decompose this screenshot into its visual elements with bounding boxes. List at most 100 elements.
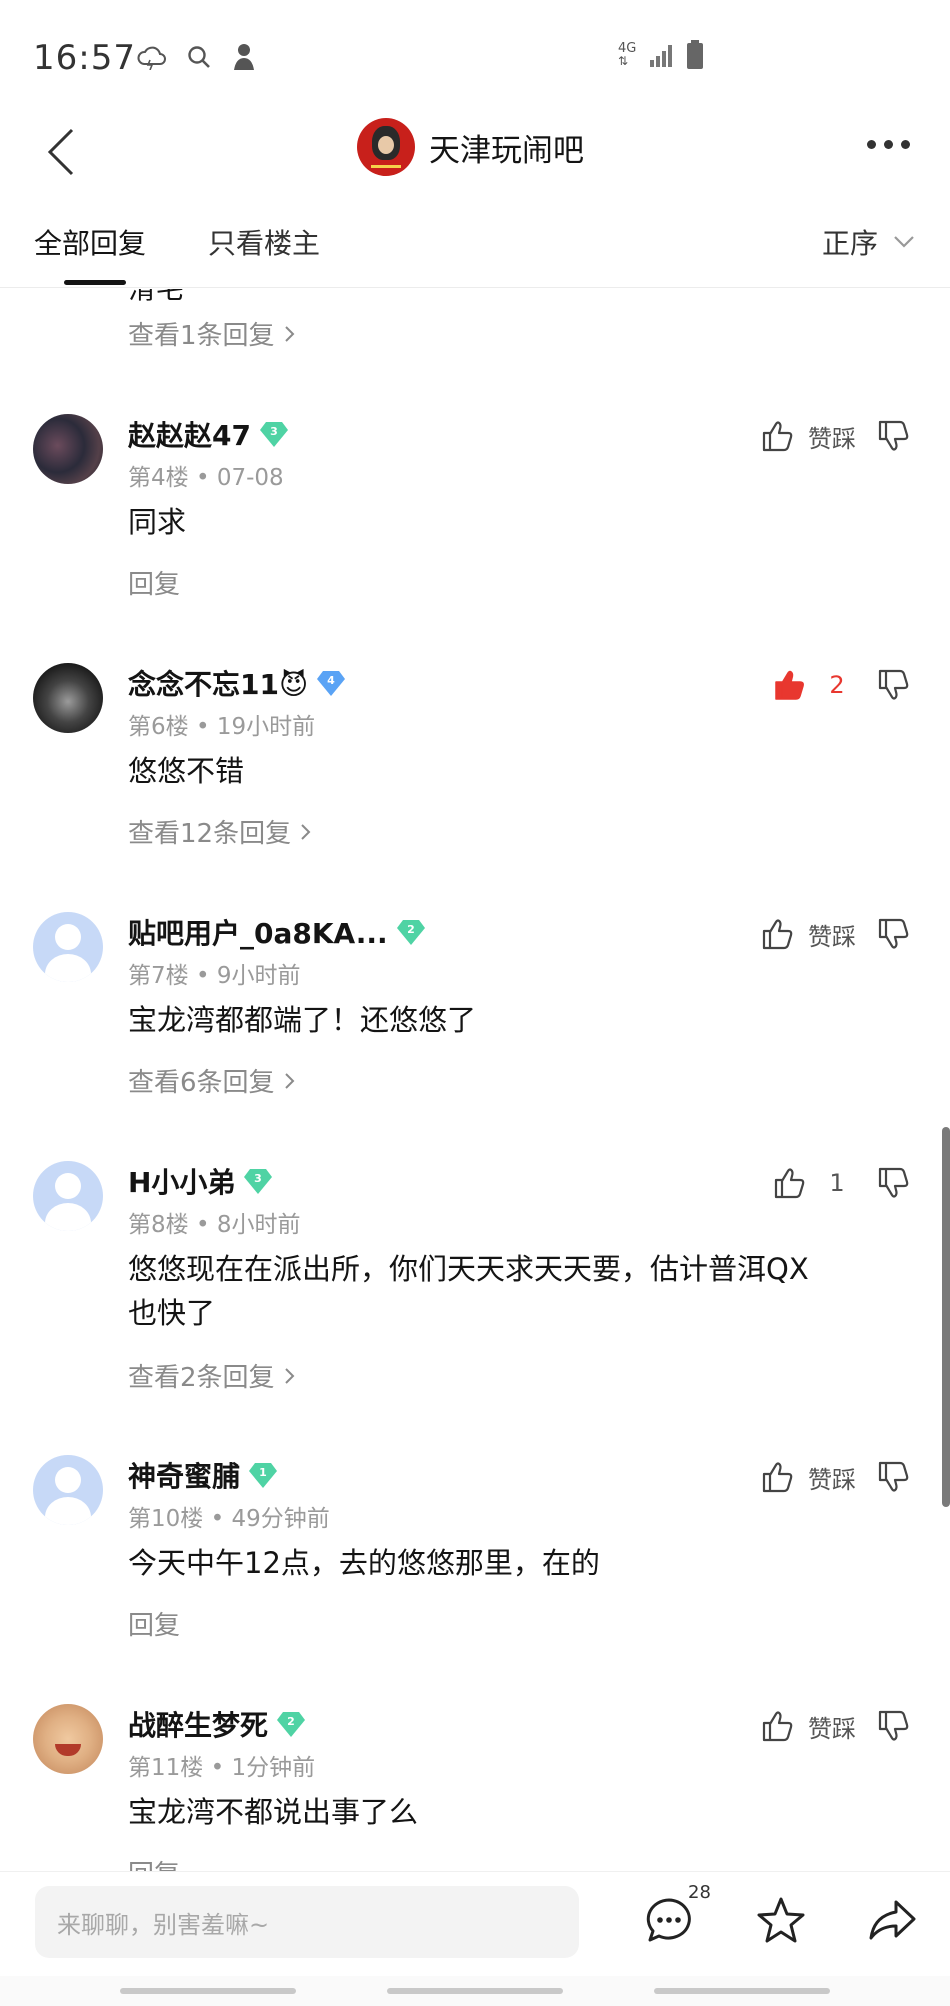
- username-row[interactable]: 念念不忘11😈 4: [128, 663, 346, 703]
- vote-label: 赞踩: [808, 1465, 856, 1494]
- username: 神奇蜜脯: [128, 1460, 241, 1493]
- dot-icon: [901, 140, 910, 149]
- level-number: 3: [255, 1172, 263, 1185]
- cloud-icon: [137, 46, 166, 70]
- level-badge: 2: [276, 1710, 306, 1738]
- level-number: 4: [327, 674, 335, 687]
- level-badge: 4: [316, 669, 346, 697]
- username-row[interactable]: 赵赵赵47 3: [128, 414, 289, 454]
- thumbs-down-icon[interactable]: [876, 418, 912, 454]
- reply-button[interactable]: 回复: [128, 1605, 180, 1642]
- chevron-right-icon: [284, 1367, 294, 1384]
- username: 赵赵赵47: [128, 419, 251, 452]
- username-row[interactable]: 贴吧用户_0a8KA... 2: [128, 912, 426, 952]
- username-row[interactable]: 神奇蜜脯 1: [128, 1455, 278, 1495]
- view-replies-link[interactable]: 查看2条回复: [128, 1357, 295, 1394]
- view-replies-link[interactable]: 查看1条回复: [128, 315, 295, 352]
- reply-body: 今天中午12点，去的悠悠那里，在的: [128, 1546, 600, 1580]
- dot-icon: [867, 140, 876, 149]
- vote-controls: 赞踩: [760, 416, 912, 456]
- reply-list: 滑宅 查看1条回复 赵赵赵47 3 第4楼 • 07-08 同求 回复 赞踩 念…: [0, 289, 950, 1871]
- diamond-level-icon: 2: [277, 1712, 306, 1737]
- reply-button[interactable]: 回复: [128, 1854, 180, 1871]
- status-time: 16:57: [33, 38, 136, 78]
- status-icons-right: 4G ⇅: [618, 40, 704, 70]
- like-count: 1: [829, 1169, 845, 1197]
- avatar[interactable]: [33, 663, 103, 733]
- thumbs-down-icon[interactable]: [876, 667, 912, 703]
- forum-title-area[interactable]: 天津玩闹吧: [357, 118, 584, 176]
- view-replies-label: 查看1条回复: [128, 321, 275, 351]
- username: 战醉生梦死: [128, 1709, 269, 1742]
- reply-body: 宝龙湾不都说出事了么: [128, 1795, 419, 1829]
- chevron-down-icon: [894, 236, 914, 248]
- partial-reply-text: 滑宅: [128, 289, 184, 307]
- person-icon: [234, 44, 254, 70]
- comment-input[interactable]: 来聊聊，别害羞嘛~: [35, 1886, 579, 1958]
- avatar[interactable]: [33, 912, 103, 982]
- vote-controls: 2: [772, 665, 912, 705]
- active-tab-indicator: [64, 280, 126, 285]
- scrollbar[interactable]: [942, 1127, 950, 1507]
- status-icons-left: [136, 42, 258, 72]
- diamond-level-icon: 1: [249, 1463, 278, 1488]
- back-button[interactable]: [42, 122, 102, 192]
- floor-meta: 第8楼 • 8小时前: [128, 1212, 301, 1238]
- nav-recents-pill[interactable]: [120, 1988, 296, 1994]
- network-type: 4G ⇅: [618, 41, 637, 68]
- thumbs-down-icon[interactable]: [876, 1165, 912, 1201]
- share-icon[interactable]: [866, 1894, 920, 1948]
- floor-meta: 第11楼 • 1分钟前: [128, 1755, 316, 1781]
- chevron-right-icon: [301, 823, 311, 840]
- level-number: 3: [270, 425, 278, 438]
- thumbs-up-icon[interactable]: [760, 1708, 796, 1744]
- tab-owner-only[interactable]: 只看楼主: [208, 222, 320, 262]
- tab-all-replies[interactable]: 全部回复: [34, 222, 146, 262]
- forum-header: 天津玩闹吧: [0, 110, 950, 220]
- thumbs-up-icon[interactable]: [760, 916, 796, 952]
- comment-count: 28: [688, 1882, 711, 1903]
- level-number: 2: [407, 923, 415, 936]
- thumbs-up-icon[interactable]: [760, 1459, 796, 1495]
- username: 念念不忘11😈: [128, 668, 309, 701]
- thumbs-up-filled-icon[interactable]: [772, 667, 808, 703]
- floor-meta: 第6楼 • 19小时前: [128, 714, 316, 740]
- reply-body: 悠悠现在在派出所，你们天天求天天要，估计普洱QX 也快了: [128, 1247, 908, 1335]
- nav-back-pill[interactable]: [654, 1988, 830, 1994]
- reply-button[interactable]: 回复: [128, 564, 180, 601]
- avatar[interactable]: [33, 1161, 103, 1231]
- like-count: 2: [829, 671, 845, 699]
- star-icon[interactable]: [754, 1894, 808, 1948]
- vote-label: 赞踩: [808, 1714, 856, 1743]
- signal-icon: [650, 45, 672, 67]
- sort-label: 正序: [821, 227, 878, 260]
- more-options-button[interactable]: [867, 140, 910, 149]
- level-badge: 3: [243, 1167, 273, 1195]
- thumbs-up-icon[interactable]: [772, 1165, 808, 1201]
- thumbs-down-icon[interactable]: [876, 1459, 912, 1495]
- view-replies-link[interactable]: 查看12条回复: [128, 813, 311, 850]
- avatar[interactable]: [33, 414, 103, 484]
- floor-meta: 第7楼 • 9小时前: [128, 963, 301, 989]
- floor-meta: 第10楼 • 49分钟前: [128, 1506, 330, 1532]
- vote-controls: 赞踩: [760, 1706, 912, 1746]
- thumbs-down-icon[interactable]: [876, 916, 912, 952]
- vote-controls: 赞踩: [760, 1457, 912, 1497]
- chevron-left-icon: [47, 128, 74, 176]
- vote-label: 赞踩: [808, 424, 856, 453]
- level-badge: 3: [259, 420, 289, 448]
- reply-body-line: 悠悠现在在派出所，你们天天求天天要，估计普洱QX: [128, 1252, 809, 1286]
- thumbs-up-icon[interactable]: [760, 418, 796, 454]
- avatar[interactable]: [33, 1704, 103, 1774]
- search-icon: [188, 46, 210, 68]
- avatar[interactable]: [33, 1455, 103, 1525]
- level-badge: 2: [396, 918, 426, 946]
- view-replies-link[interactable]: 查看6条回复: [128, 1062, 295, 1099]
- username-row[interactable]: H小小弟 3: [128, 1161, 273, 1201]
- status-bar: 16:57 4G ⇅: [0, 0, 950, 110]
- sort-dropdown[interactable]: 正序: [822, 222, 916, 262]
- username-row[interactable]: 战醉生梦死 2: [128, 1704, 306, 1744]
- diamond-level-icon: 2: [396, 920, 425, 945]
- thumbs-down-icon[interactable]: [876, 1708, 912, 1744]
- nav-home-pill[interactable]: [387, 1988, 563, 1994]
